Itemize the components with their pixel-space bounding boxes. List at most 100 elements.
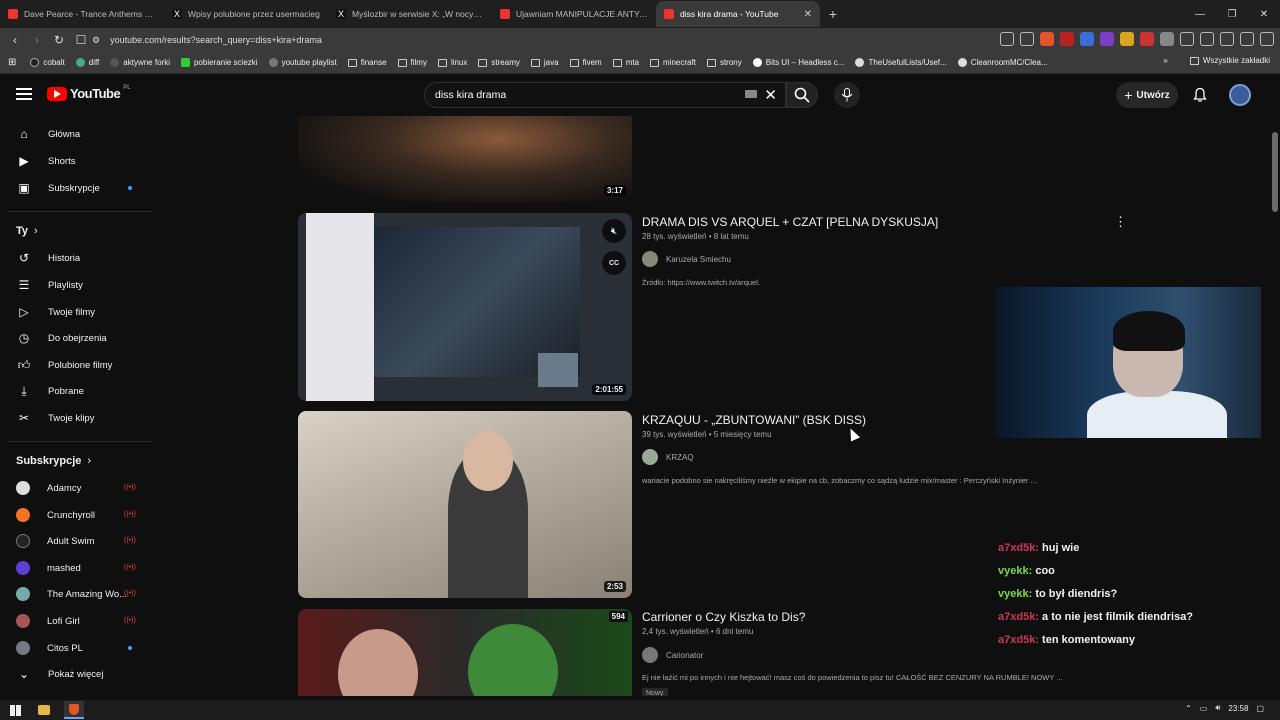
windows-start-icon[interactable]	[10, 704, 21, 716]
reload-icon[interactable]: ↻	[50, 33, 68, 47]
new-tab-button[interactable]: +	[820, 6, 846, 22]
back-icon[interactable]: ‹	[6, 33, 24, 47]
menu-icon[interactable]	[1260, 32, 1274, 46]
captions-icon[interactable]: CC	[602, 251, 626, 275]
sidebar-item-home[interactable]: ⌂ Główna	[0, 122, 152, 146]
sidebar-channel[interactable]: The Amazing Wo... ((•))	[0, 582, 152, 606]
notification-icon[interactable]: ▢	[1256, 704, 1264, 713]
you-section-header[interactable]: Ty ›	[16, 225, 38, 237]
video-title[interactable]: KRZAQUU - „ZBUNTOWANI” (BSK DISS)	[642, 413, 866, 427]
video-thumbnail[interactable]: 2:53	[298, 411, 632, 598]
sidebar-channel[interactable]: Citos PL	[0, 636, 152, 660]
sidebar-channel[interactable]: Adamcy ((•))	[0, 476, 152, 500]
clock-time[interactable]: 23:58	[1228, 704, 1248, 713]
sidebar-channel[interactable]: Adult Swim ((•))	[0, 529, 152, 553]
clear-search-icon[interactable]: ✕	[764, 86, 777, 104]
extension-yellow-icon[interactable]	[1120, 32, 1134, 46]
all-bookmarks[interactable]: Wszystkie zakładki	[1203, 56, 1270, 65]
channel-link[interactable]: Karuzela Smiechu	[642, 251, 731, 267]
more-bookmarks-icon[interactable]: »	[1163, 56, 1167, 65]
bookmark[interactable]: cobalt	[30, 58, 65, 67]
video-title[interactable]: Carrioner o Czy Kiszka to Dis?	[642, 610, 805, 624]
video-thumbnail[interactable]: 🔇︎ CC 2:01:55	[298, 213, 632, 401]
sidebar-channel[interactable]: Crunchyroll ((•))	[0, 503, 152, 527]
file-explorer-icon[interactable]	[38, 705, 50, 715]
bookmark-folder[interactable]: filmy	[397, 58, 427, 67]
youtube-logo[interactable]: YouTube PL	[47, 85, 131, 101]
share-icon[interactable]	[1020, 32, 1034, 46]
scrollbar-thumb[interactable]	[1272, 132, 1278, 212]
menu-icon[interactable]	[16, 88, 32, 100]
bookmark-folder[interactable]: java	[530, 58, 559, 67]
bookmark-folder[interactable]: fivem	[569, 58, 602, 67]
channel-link[interactable]: KRZAQ	[642, 449, 694, 465]
bookmark-folder[interactable]: finanse	[347, 58, 387, 67]
chevron-up-icon[interactable]: ⌃	[1185, 704, 1192, 713]
wallet-icon[interactable]	[1220, 32, 1234, 46]
volume-icon[interactable]: 🔊︎	[1215, 703, 1220, 713]
brave-shield-icon[interactable]	[1040, 32, 1054, 46]
url-field[interactable]: ⚙ youtube.com/results?search_query=diss+…	[92, 30, 922, 50]
close-tab-icon[interactable]: ✕	[804, 9, 812, 20]
bookmark[interactable]: Bits UI – Headless c...	[752, 58, 844, 67]
bookmark-folder[interactable]: strony	[706, 58, 742, 67]
bookmark[interactable]: pobieranie sciezki	[180, 58, 258, 67]
bookmark[interactable]: CleanroomMC/Clea...	[957, 58, 1048, 67]
search-button[interactable]	[786, 82, 818, 108]
sidebar-item-history[interactable]: ↺ Historia	[0, 246, 152, 270]
sidebar-toggle-icon[interactable]	[1200, 32, 1214, 46]
create-button[interactable]: + Utwórz	[1116, 82, 1178, 108]
browser-tab[interactable]: Ujawniam MANIPULACJE ANTY-LUDZ	[492, 1, 656, 27]
bookmark[interactable]: TheUsefulLists/Usef...	[855, 58, 947, 67]
brave-browser-icon[interactable]	[64, 701, 84, 719]
sidebar-channel[interactable]: Lofi Girl ((•))	[0, 609, 152, 633]
extension-red-icon[interactable]	[1060, 32, 1074, 46]
browser-tab[interactable]: X Myślozbir w serwisie X: „W nocy Hall	[328, 1, 492, 27]
browser-tab-active[interactable]: diss kira drama - YouTube ✕	[656, 1, 820, 27]
video-thumbnail[interactable]: 3:17	[298, 116, 632, 202]
apps-icon[interactable]: ⊞	[8, 57, 16, 68]
account-avatar[interactable]	[1229, 84, 1251, 106]
bookmark[interactable]: diff	[75, 58, 99, 67]
bookmark-folder[interactable]: mta	[612, 58, 639, 67]
more-actions-icon[interactable]: ⋮	[1114, 214, 1127, 230]
sidebar-item-your-videos[interactable]: ▷ Twoje filmy	[0, 300, 152, 324]
video-title[interactable]: DRAMA DIS VS ARQUEL + CZAT [PELNA DYSKUS…	[642, 215, 938, 229]
browser-tab[interactable]: X Wpisy polubione przez usermacieg	[164, 1, 328, 27]
extensions-icon[interactable]	[1180, 32, 1194, 46]
bookmark[interactable]: youtube playlist	[268, 58, 337, 67]
extension-blue-icon[interactable]	[1080, 32, 1094, 46]
search-input[interactable]: diss kira drama ✕	[424, 82, 786, 108]
sidebar-channel[interactable]: mashed ((•))	[0, 556, 152, 580]
extension-gray-icon[interactable]	[1160, 32, 1174, 46]
bookmark-folder[interactable]: linux	[437, 58, 467, 67]
bookmark[interactable]: aktywne forki	[110, 58, 170, 67]
sidebar-item-watch-later[interactable]: ◷ Do obejrzenia	[0, 326, 152, 350]
browser-tab[interactable]: Dave Pearce - Trance Anthems 2008	[0, 1, 164, 27]
bookmark-folder[interactable]: minecraft	[650, 58, 696, 67]
cast-icon[interactable]	[1000, 32, 1014, 46]
close-window-button[interactable]: ✕	[1248, 0, 1280, 28]
sidebar-item-playlists[interactable]: ☰ Playlisty	[0, 273, 152, 297]
show-more-button[interactable]: ⌄ Pokaż więcej	[0, 662, 152, 686]
extension-purple-icon[interactable]	[1100, 32, 1114, 46]
sidebar-item-your-clips[interactable]: ✂ Twoje klipy	[0, 406, 152, 430]
bookmark-folder[interactable]: streamy	[478, 58, 520, 67]
keyboard-icon[interactable]	[745, 90, 757, 98]
bookmark-icon[interactable]: ☐	[72, 33, 90, 47]
sidebar-item-downloads[interactable]: ⤓ Pobrane	[0, 379, 152, 403]
sidebar-item-subscriptions[interactable]: ▣ Subskrypcje	[0, 176, 152, 200]
network-icon[interactable]: ▭	[1200, 704, 1208, 713]
sidebar-item-shorts[interactable]: ▶ Shorts	[0, 149, 152, 173]
channel-link[interactable]: Carionator	[642, 647, 703, 663]
playlist-icon[interactable]	[1240, 32, 1254, 46]
subscriptions-section-header[interactable]: Subskrypcje ›	[16, 455, 91, 467]
mute-icon[interactable]: 🔇︎	[602, 219, 626, 243]
extension-pen-icon[interactable]	[1140, 32, 1154, 46]
minimize-button[interactable]: —	[1184, 0, 1216, 28]
page-scrollbar[interactable]	[1271, 116, 1280, 700]
restore-button[interactable]: ❐	[1216, 0, 1248, 28]
notifications-bell-icon[interactable]	[1192, 87, 1208, 103]
forward-icon[interactable]: ›	[28, 33, 46, 47]
sidebar-item-liked-videos[interactable]: 👍︎ Polubione filmy	[0, 353, 152, 377]
